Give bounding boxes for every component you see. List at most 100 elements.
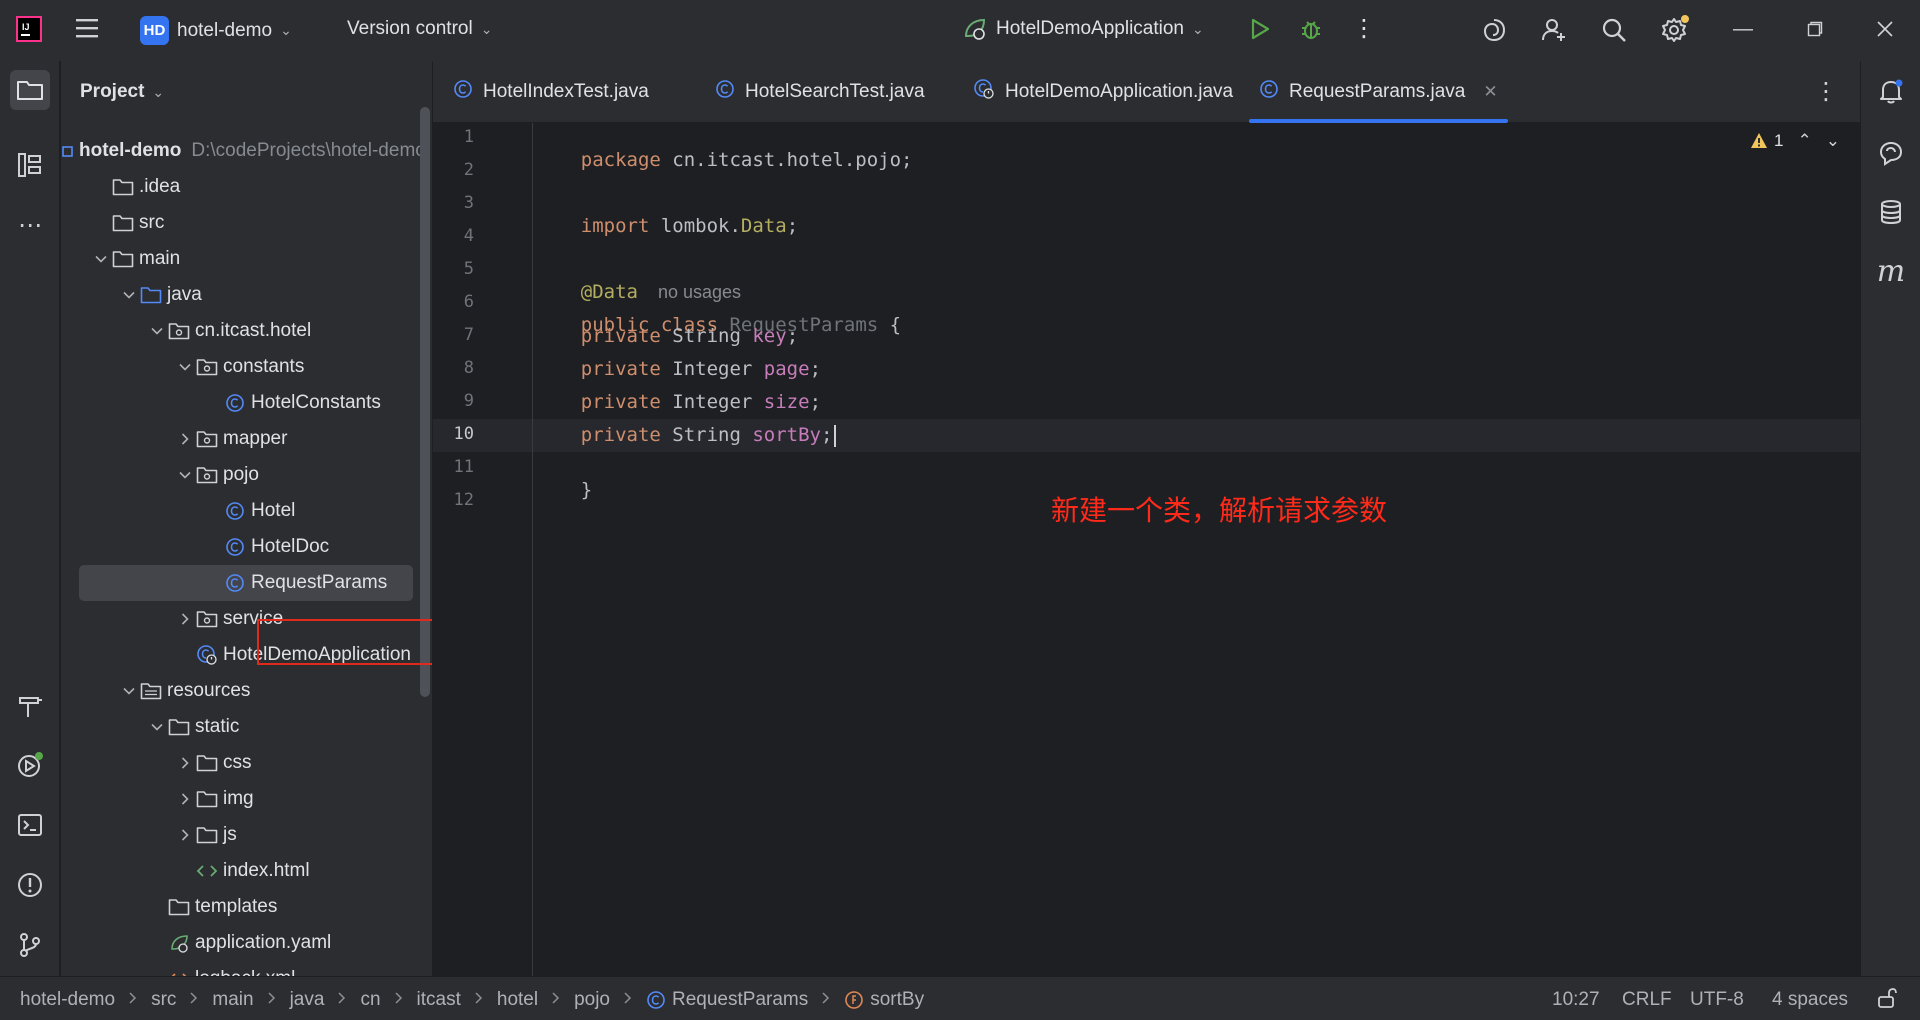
next-highlight-icon[interactable]: ⌄ — [1826, 131, 1840, 151]
caret-position[interactable]: 10:27 — [1552, 989, 1600, 1011]
chevron-right-icon[interactable] — [175, 612, 195, 626]
search-icon[interactable] — [1600, 16, 1628, 44]
version-control-menu[interactable]: Version control ⌄ — [347, 18, 492, 40]
tree-item[interactable]: mapper — [61, 421, 421, 457]
tree-item[interactable]: img — [61, 781, 421, 817]
chevron-right-icon[interactable] — [175, 432, 195, 446]
tree-item[interactable]: hotel-demo D:\codeProjects\hotel-demo — [61, 133, 426, 169]
chevron-down-icon[interactable] — [175, 468, 195, 482]
tree-item[interactable]: .idea — [61, 169, 421, 205]
notifications-bell-icon[interactable] — [1871, 71, 1911, 111]
tree-item[interactable]: constants — [61, 349, 421, 385]
file-encoding[interactable]: UTF-8 — [1690, 989, 1744, 1011]
tree-item[interactable]: src — [61, 205, 421, 241]
breadcrumb-item[interactable]: src — [151, 989, 176, 1011]
chevron-right-icon[interactable] — [175, 792, 195, 806]
close-window-button[interactable] — [1870, 14, 1900, 44]
breadcrumb-item[interactable]: RequestParams — [672, 989, 808, 1011]
tab-more-icon[interactable]: ⋮ — [1814, 77, 1838, 106]
unlock-icon[interactable] — [1876, 987, 1898, 1015]
ai-assistant-icon[interactable] — [1480, 16, 1508, 44]
run-configuration-selector[interactable]: HotelDemoApplication ⌄ — [962, 16, 1204, 42]
code-line-11[interactable]: } — [535, 457, 592, 523]
inspection-widget[interactable]: 1 ⌃ ⌄ — [1750, 131, 1840, 151]
structure-icon[interactable] — [10, 145, 50, 185]
tree-item[interactable]: templates — [61, 889, 421, 925]
line-ending[interactable]: CRLF — [1622, 989, 1672, 1011]
app-logo-icon[interactable]: IJ — [16, 16, 42, 42]
code-line-8[interactable]: private Integer page; — [535, 358, 821, 380]
previous-highlight-icon[interactable]: ⌃ — [1798, 131, 1812, 151]
breadcrumb-item[interactable]: java — [290, 989, 325, 1011]
terminal-icon[interactable] — [10, 805, 50, 845]
project-tool-folder-icon[interactable] — [10, 70, 50, 110]
editor-tab[interactable]: HotelIndexTest.java — [453, 61, 649, 123]
build-hammer-icon[interactable] — [10, 686, 50, 726]
project-tree-scrollbar[interactable] — [420, 107, 430, 697]
version-control-label: Version control — [347, 18, 473, 39]
code-line-1[interactable]: package cn.itcast.hotel.pojo; — [535, 127, 913, 193]
tree-item[interactable]: RequestParams — [79, 565, 413, 601]
problems-icon[interactable] — [10, 865, 50, 905]
more-tool-windows-icon[interactable]: ⋯ — [10, 205, 50, 245]
chevron-down-icon[interactable] — [175, 360, 195, 374]
chevron-down-icon[interactable] — [119, 288, 139, 302]
tree-item[interactable]: pojo — [61, 457, 421, 493]
module-icon — [61, 141, 75, 161]
code-line-7[interactable]: private String key; — [535, 325, 798, 347]
project-view-selector[interactable]: Project ⌄ — [80, 81, 164, 103]
minimize-button[interactable]: — — [1728, 14, 1758, 44]
tree-item[interactable]: HotelDoc — [61, 529, 421, 565]
tree-item[interactable]: static — [61, 709, 421, 745]
code-line-10[interactable]: private String sortBy; — [535, 424, 837, 447]
ai-chat-icon[interactable] — [1871, 133, 1911, 173]
maven-icon[interactable]: m — [1871, 251, 1911, 291]
more-actions-icon[interactable]: ⋮ — [1352, 14, 1376, 43]
indent-setting[interactable]: 4 spaces — [1772, 989, 1848, 1011]
breadcrumb-item[interactable]: itcast — [417, 989, 461, 1011]
tree-item[interactable]: application.yaml — [61, 925, 421, 961]
editor-tab[interactable]: HotelSearchTest.java — [715, 61, 925, 123]
tree-item[interactable]: main — [61, 241, 421, 277]
database-icon[interactable] — [1871, 192, 1911, 232]
chevron-down-icon[interactable] — [119, 684, 139, 698]
close-tab-icon[interactable]: ✕ — [1483, 82, 1497, 102]
chevron-right-icon[interactable] — [175, 756, 195, 770]
run-icon[interactable] — [1246, 16, 1272, 42]
chevron-down-icon[interactable] — [91, 252, 111, 266]
add-user-icon[interactable] — [1540, 16, 1568, 44]
project-switcher[interactable]: HD hotel-demo ⌄ — [140, 16, 292, 45]
chevron-down-icon[interactable] — [147, 324, 167, 338]
editor-tab[interactable]: RequestParams.java ✕ — [1249, 61, 1508, 123]
git-branch-icon[interactable] — [10, 925, 50, 965]
code-line-9[interactable]: private Integer size; — [535, 391, 821, 413]
breadcrumb-item[interactable]: main — [212, 989, 253, 1011]
breadcrumb-item[interactable]: pojo — [574, 989, 610, 1011]
chevron-down-icon: ⌄ — [152, 83, 165, 100]
tree-item[interactable]: java — [61, 277, 421, 313]
breadcrumb-item[interactable]: hotel-demo — [20, 989, 115, 1011]
breadcrumb-item[interactable]: sortBy — [870, 989, 924, 1011]
tree-item[interactable]: cn.itcast.hotel — [61, 313, 421, 349]
editor-tab[interactable]: HotelDemoApplication.java — [973, 61, 1233, 123]
project-path: D:\codeProjects\hotel-demo — [191, 140, 426, 161]
tree-item[interactable]: HotelConstants — [61, 385, 421, 421]
tree-item[interactable]: js — [61, 817, 421, 853]
breadcrumb-item[interactable]: cn — [360, 989, 380, 1011]
services-run-icon[interactable] — [10, 745, 50, 785]
debug-icon[interactable] — [1298, 16, 1324, 42]
tree-item[interactable]: index.html — [61, 853, 421, 889]
settings-gear-icon[interactable] — [1660, 14, 1690, 44]
breadcrumb-item[interactable]: hotel — [497, 989, 538, 1011]
chevron-right-icon[interactable] — [175, 828, 195, 842]
maximize-button[interactable] — [1800, 14, 1830, 44]
chevron-down-icon[interactable] — [147, 720, 167, 734]
source-folder-icon — [139, 285, 163, 305]
tree-item[interactable]: resources — [61, 673, 421, 709]
tree-item[interactable]: logback.xml — [61, 961, 421, 976]
code-line-3[interactable]: import lombok.Data; — [535, 193, 798, 259]
tree-item[interactable]: css — [61, 745, 421, 781]
tree-item[interactable]: Hotel — [61, 493, 421, 529]
tree-item-label: templates — [195, 896, 278, 917]
main-menu-icon[interactable] — [74, 16, 102, 40]
